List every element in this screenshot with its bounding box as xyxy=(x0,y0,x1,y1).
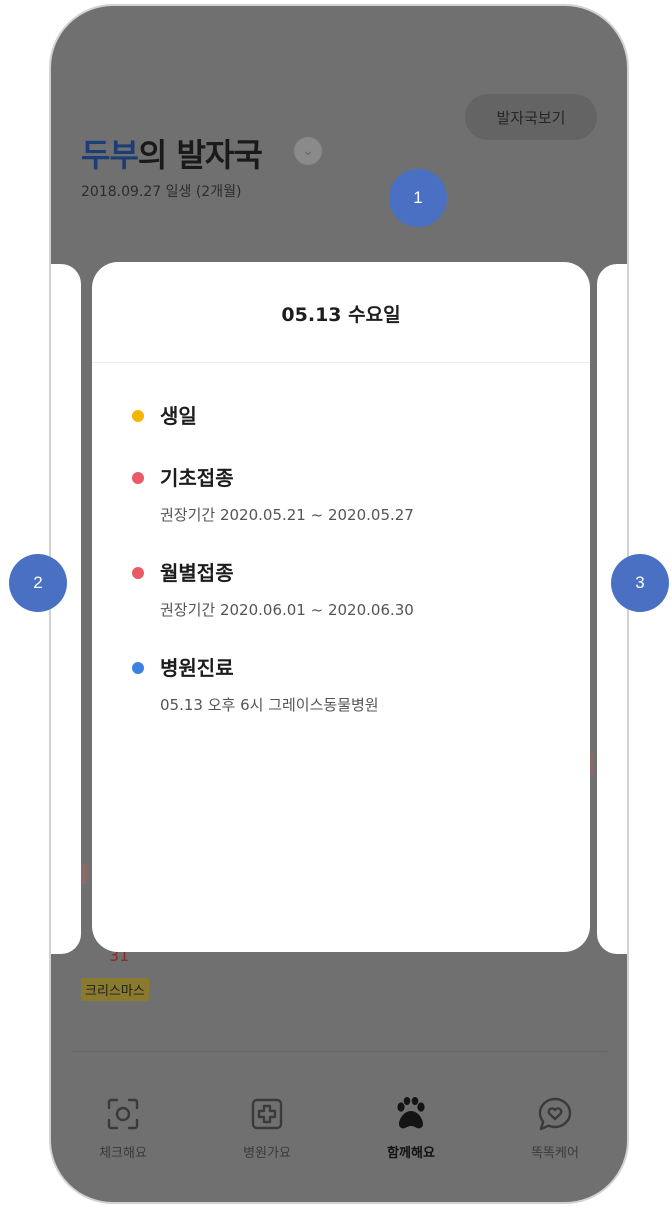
page-title-suffix: 의 발자국 xyxy=(137,136,263,174)
pet-name: 두부 xyxy=(81,136,139,174)
phone-frame: 두부의 발자국 ⌄ 2018.09.27 일생 (2개월) 발자국보기 31 크… xyxy=(49,4,629,1204)
event-title: 월별접종 xyxy=(160,561,234,585)
hospital-cross-icon xyxy=(249,1096,285,1132)
day-detail-card: 05.13 수요일 생일 기초접종 권장기간 2020.05.21 ~ 2020… xyxy=(92,262,590,952)
event-dot xyxy=(132,662,144,674)
tab-label: 함께해요 xyxy=(387,1146,435,1161)
bottom-tab-bar: 체크해요 병원가요 함께해요 똑똑케어 xyxy=(51,1096,627,1176)
marker-2: 2 xyxy=(9,554,67,612)
marker-3: 3 xyxy=(611,554,669,612)
card-date: 05.13 수요일 xyxy=(281,304,401,326)
birth-info: 2018.09.27 일생 (2개월) xyxy=(81,184,242,200)
event-basic-vaccination[interactable]: 기초접종 권장기간 2020.05.21 ~ 2020.05.27 xyxy=(132,464,560,525)
tab-hospital[interactable]: 병원가요 xyxy=(195,1096,339,1176)
scan-icon xyxy=(105,1096,141,1132)
divider xyxy=(71,1051,607,1052)
event-dot xyxy=(132,410,144,422)
paw-icon xyxy=(393,1096,429,1132)
event-title: 병원진료 xyxy=(160,656,234,680)
view-footprints-button[interactable]: 발자국보기 xyxy=(465,94,597,140)
event-detail: 권장기간 2020.05.21 ~ 2020.05.27 xyxy=(160,506,414,524)
event-birthday[interactable]: 생일 xyxy=(132,402,560,430)
divider xyxy=(92,362,590,363)
tab-label: 체크해요 xyxy=(99,1146,147,1161)
next-day-card[interactable] xyxy=(597,264,627,954)
event-detail: 05.13 오후 6시 그레이스동물병원 xyxy=(160,696,379,714)
page-title: 두부의 발자국 xyxy=(81,130,263,176)
event-detail: 권장기간 2020.06.01 ~ 2020.06.30 xyxy=(160,601,414,619)
event-list: 생일 기초접종 권장기간 2020.05.21 ~ 2020.05.27 월별접… xyxy=(132,402,560,749)
event-hospital-visit[interactable]: 병원진료 05.13 오후 6시 그레이스동물병원 xyxy=(132,654,560,715)
previous-day-card[interactable] xyxy=(51,264,81,954)
heart-chat-icon xyxy=(537,1096,573,1132)
marker-1: 1 xyxy=(389,169,447,227)
event-title: 기초접종 xyxy=(160,466,234,490)
event-dot xyxy=(132,567,144,579)
calendar-event-mark xyxy=(81,864,87,884)
tab-check[interactable]: 체크해요 xyxy=(51,1096,195,1176)
holiday-badge: 크리스마스 xyxy=(81,978,149,1001)
chevron-down-icon[interactable]: ⌄ xyxy=(294,137,322,165)
tab-label: 병원가요 xyxy=(243,1146,291,1161)
tab-label: 똑똑케어 xyxy=(531,1146,579,1161)
event-monthly-vaccination[interactable]: 월별접종 권장기간 2020.06.01 ~ 2020.06.30 xyxy=(132,559,560,620)
event-dot xyxy=(132,472,144,484)
tab-care[interactable]: 똑똑케어 xyxy=(483,1096,627,1176)
event-title: 생일 xyxy=(160,404,197,428)
tab-together[interactable]: 함께해요 xyxy=(339,1096,483,1176)
